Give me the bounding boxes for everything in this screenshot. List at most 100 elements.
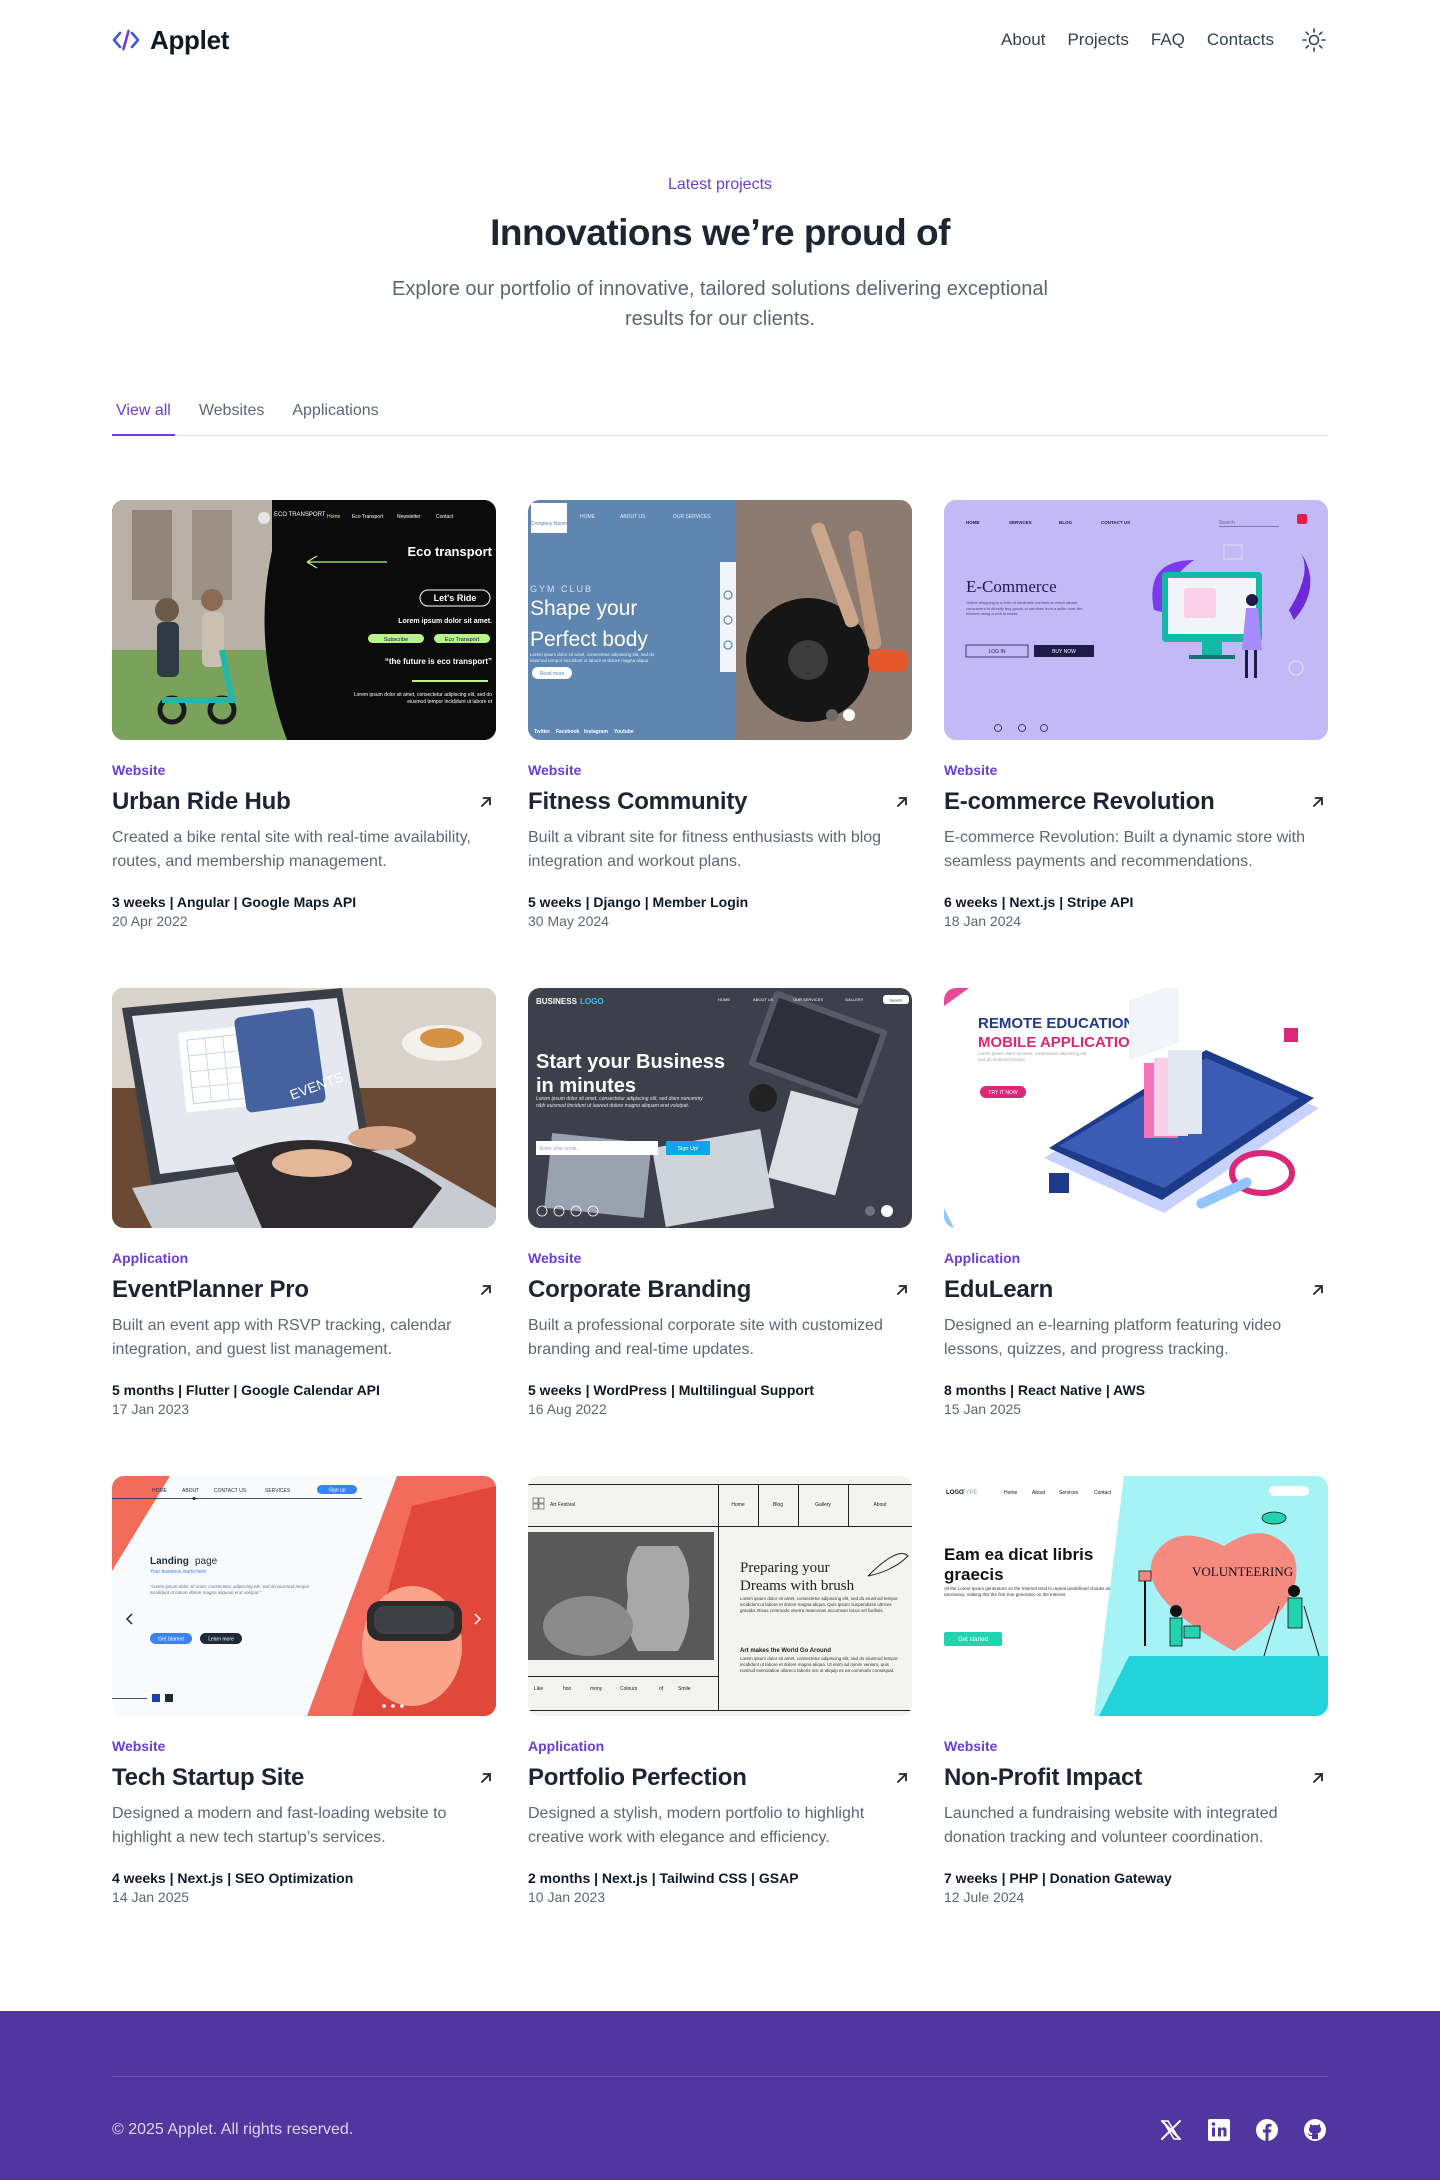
facebook-icon[interactable] [1254, 2117, 1280, 2143]
tab-applications[interactable]: Applications [288, 394, 382, 436]
project-title[interactable]: Fitness Community [528, 788, 747, 816]
thumb-brand: Company Name [531, 521, 567, 527]
project-thumbnail: ECO TRANSPORT Home Eco Transport Newslet… [112, 500, 496, 740]
linkedin-icon[interactable] [1206, 2117, 1232, 2143]
thumb-btn: TRY IT NOW [988, 1090, 1017, 1096]
thumb-btn: Learn more [208, 1637, 234, 1643]
project-category: Application [528, 1738, 605, 1754]
nav-faq[interactable]: FAQ [1151, 30, 1185, 50]
project-title[interactable]: Non-Profit Impact [944, 1764, 1142, 1792]
project-title[interactable]: Urban Ride Hub [112, 788, 291, 816]
project-thumbnail: BUSINESS LOGO HOME ABOUT US OUR SERVICES… [528, 988, 912, 1228]
project-title[interactable]: Portfolio Perfection [528, 1764, 747, 1792]
x-icon[interactable] [1158, 2117, 1184, 2143]
project-card[interactable]: LOGO TYPE Home About Services Contact Ea… [944, 1476, 1328, 1964]
copyright-text: © 2025 Applet. All rights reserved. [112, 2121, 354, 2138]
thumb-menu-item: HOME [718, 997, 730, 1002]
thumb-menu-item: About [873, 1502, 887, 1508]
thumb-word: hoo [563, 1686, 572, 1692]
thumb-social-label: Twitter [534, 729, 550, 735]
thumb-headline: page [195, 1556, 218, 1567]
project-date: 16 Aug 2022 [528, 1401, 607, 1417]
thumb-brand: Art Festival [550, 1502, 575, 1508]
thumb-headline: Landing [150, 1556, 189, 1567]
thumb-btn: Eco Transport [445, 637, 480, 643]
thumb-small-text: Lorem ipsum dolor sit amet, consectetur … [530, 652, 655, 663]
project-meta: 5 months | Flutter | Google Calendar API [112, 1382, 380, 1398]
project-date: 10 Jan 2023 [528, 1889, 606, 1905]
arrow-up-right-icon[interactable] [892, 1280, 912, 1300]
thumb-menu-item: ABOUT US [620, 514, 646, 520]
thumb-small-text: Lorem ipsum dolor sit amet, consectetur … [740, 1596, 898, 1613]
arrow-up-right-icon[interactable] [476, 1280, 496, 1300]
project-title[interactable]: E-commerce Revolution [944, 788, 1215, 816]
thumb-cta: Let's Ride [434, 593, 477, 603]
project-category: Application [112, 1250, 189, 1266]
tab-websites[interactable]: Websites [195, 394, 269, 436]
project-thumbnail: HOME SERVICES BLOG CONTACT US Search E-C… [944, 500, 1328, 740]
project-date: 15 Jan 2025 [944, 1401, 1022, 1417]
project-title[interactable]: EduLearn [944, 1276, 1053, 1304]
thumb-menu-item: Home [327, 514, 341, 520]
project-description: Created a bike rental site with real-tim… [112, 829, 471, 870]
project-category: Website [944, 762, 998, 778]
arrow-up-right-icon[interactable] [476, 1768, 496, 1788]
project-card[interactable]: REMOTE EDUCATION MOBILE APPLICATION Lore… [944, 988, 1328, 1476]
thumb-headline: Eco transport [407, 544, 492, 559]
project-thumbnail: EVENTS [112, 988, 496, 1228]
project-card[interactable]: Art Festival Home Blog Gallery About Pre… [528, 1476, 912, 1964]
thumb-headline: Perfect body [530, 628, 648, 651]
thumb-menu-item: SERVICES [1009, 520, 1032, 525]
sun-icon[interactable] [1300, 26, 1328, 54]
thumb-social-label: Facebook [556, 729, 580, 735]
nav-about[interactable]: About [1001, 30, 1045, 50]
thumb-menu-item: Contact [1094, 1490, 1112, 1496]
brand-logo-link[interactable]: Applet [112, 25, 229, 56]
project-title[interactable]: EventPlanner Pro [112, 1276, 309, 1304]
brand-name: Applet [150, 24, 230, 55]
thumb-small-text: Lorem ipsum dolor sit amet, consectetur … [536, 1096, 703, 1109]
thumb-menu-item: Gallery [815, 1502, 831, 1508]
thumb-headline: E-Commerce [966, 577, 1057, 596]
thumb-menu-item: BLOG [1059, 520, 1072, 525]
thumb-small-text: Lorem ipsum dolor sit amet, consectetur … [978, 1051, 1088, 1062]
thumb-menu-item: CONTACT US [214, 1488, 247, 1494]
thumb-headline: MOBILE APPLICATION [978, 1034, 1141, 1051]
project-thumbnail: REMOTE EDUCATION MOBILE APPLICATION Lore… [944, 988, 1328, 1228]
project-meta: 7 weeks | PHP | Donation Gateway [944, 1870, 1172, 1886]
thumb-social-label: Instagram [584, 729, 608, 735]
projects-grid: ECO TRANSPORT Home Eco Transport Newslet… [112, 500, 1328, 1964]
nav-contacts[interactable]: Contacts [1207, 30, 1274, 50]
arrow-up-right-icon[interactable] [476, 792, 496, 812]
hero-title: Innovations we’re proud of [490, 212, 950, 253]
project-title[interactable]: Tech Startup Site [112, 1764, 304, 1792]
thumb-small-text: Lorem ipsum dolor sit amet, consectetur … [353, 692, 492, 705]
thumb-menu-item: Home [731, 1502, 745, 1508]
thumb-headline: Shape your [530, 597, 637, 620]
thumb-search: Search [1219, 520, 1235, 526]
github-icon[interactable] [1302, 2117, 1328, 2143]
thumb-menu-item: Newsletter [397, 514, 421, 520]
project-card[interactable]: ECO TRANSPORT Home Eco Transport Newslet… [112, 500, 496, 988]
project-meta: 3 weeks | Angular | Google Maps API [112, 894, 357, 910]
arrow-up-right-icon[interactable] [1308, 792, 1328, 812]
arrow-up-right-icon[interactable] [892, 1768, 912, 1788]
arrow-up-right-icon[interactable] [892, 792, 912, 812]
project-card[interactable]: EVENTS Application EventPlanner Pro Buil… [112, 988, 496, 1476]
nav-projects[interactable]: Projects [1067, 30, 1128, 50]
project-card[interactable]: HOME SERVICES BLOG CONTACT US Search E-C… [944, 500, 1328, 988]
tab-view-all[interactable]: View all [112, 394, 175, 436]
project-title[interactable]: Corporate Branding [528, 1276, 751, 1304]
project-description: Built a professional corporate site with… [528, 1317, 883, 1358]
project-card[interactable]: Company Name HOME ABOUT US OUR SERVICES … [528, 500, 912, 988]
project-card[interactable]: BUSINESS LOGO HOME ABOUT US OUR SERVICES… [528, 988, 912, 1476]
arrow-up-right-icon[interactable] [1308, 1768, 1328, 1788]
arrow-up-right-icon[interactable] [1308, 1280, 1328, 1300]
thumb-headline: Start your Business [536, 1051, 725, 1073]
project-description: Designed a stylish, modern portfolio to … [528, 1805, 865, 1846]
project-date: 12 Jule 2024 [944, 1889, 1025, 1905]
project-card[interactable]: HOME ABOUT CONTACT US SERVICES Sign up L… [112, 1476, 496, 1964]
project-description: Built a vibrant site for fitness enthusi… [528, 829, 882, 870]
thumb-word: of [659, 1686, 664, 1692]
project-meta: 5 weeks | WordPress | Multilingual Suppo… [528, 1382, 815, 1398]
